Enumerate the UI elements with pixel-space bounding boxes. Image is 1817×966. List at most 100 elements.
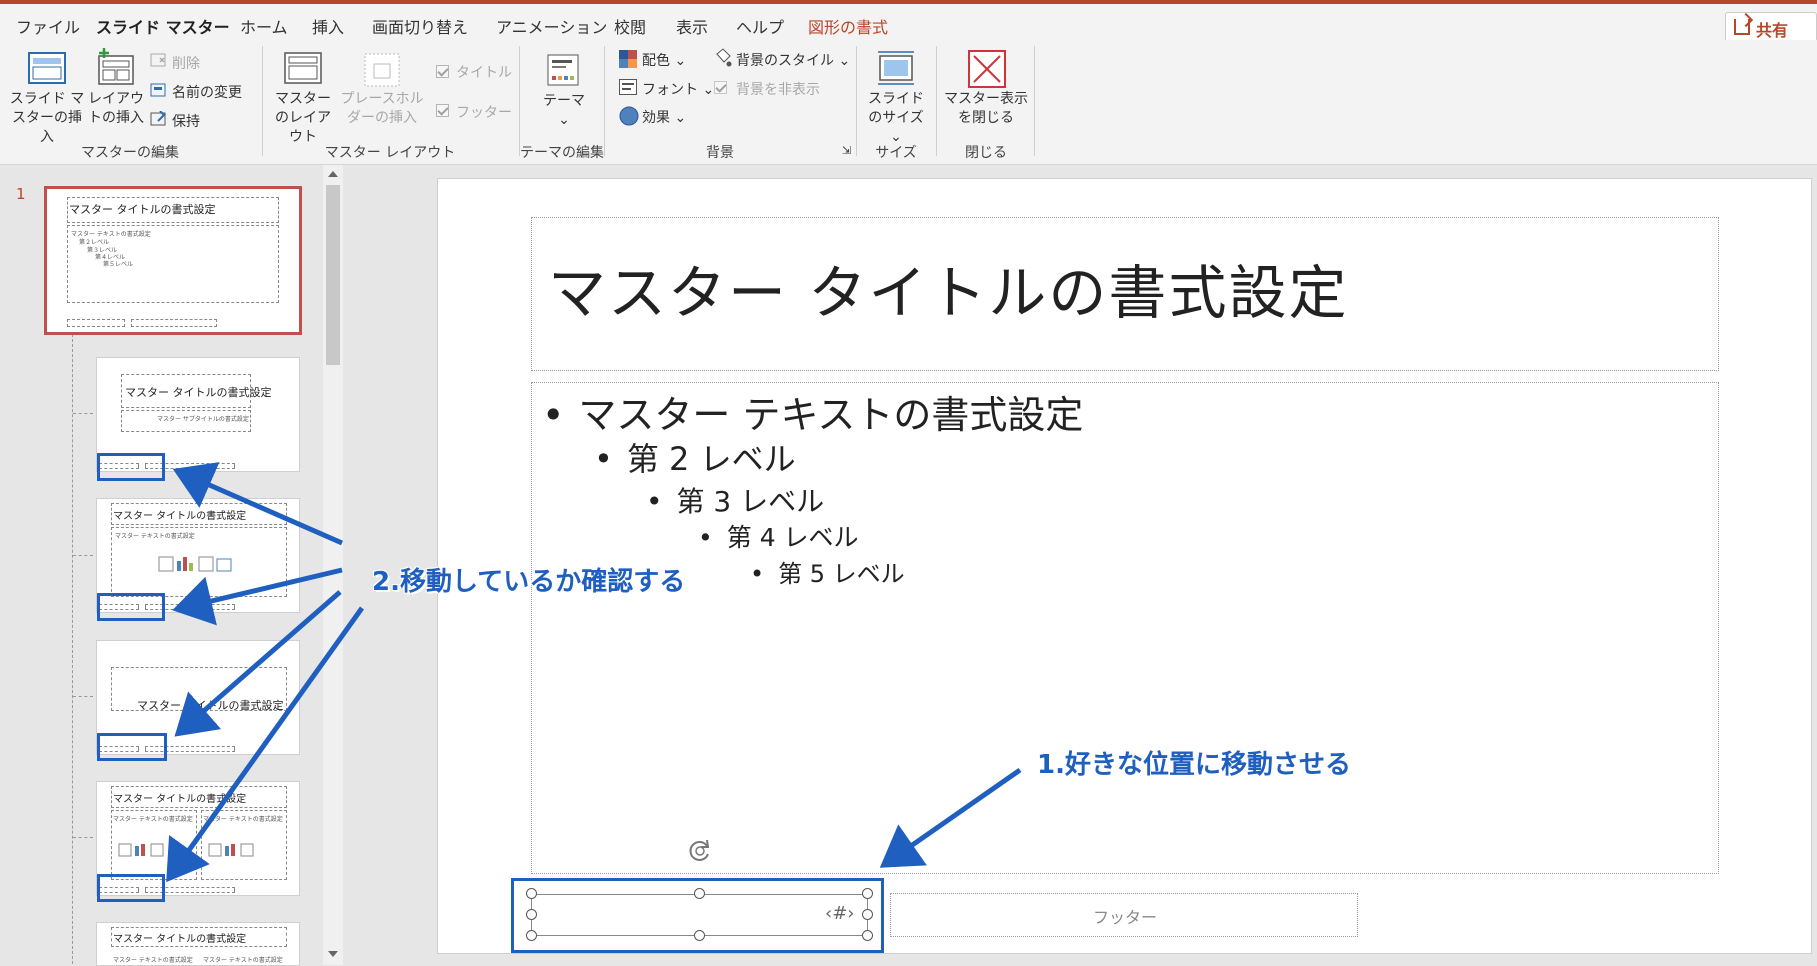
- insert-layout-button[interactable]: レイアウトの挿入: [84, 90, 148, 128]
- rename-icon: [150, 83, 166, 97]
- footer-placeholder-text: フッター: [1093, 908, 1158, 927]
- content-insert-icons: [158, 556, 232, 572]
- insert-slide-master-button[interactable]: スライド マスターの挿入: [8, 90, 86, 147]
- bullet-icon: •: [646, 485, 663, 518]
- rotate-handle-icon[interactable]: [687, 838, 713, 864]
- fonts-button[interactable]: フォント ⌄: [642, 79, 714, 99]
- tab-slide-master[interactable]: スライド マスター: [96, 14, 230, 46]
- insert-slide-master-label: スライド マスターの挿入: [9, 91, 85, 145]
- effects-icon: [619, 106, 639, 126]
- content-insert-icons: [118, 843, 254, 857]
- fonts-icon: [619, 79, 637, 95]
- insert-placeholder-label: プレースホルダーの挿入: [340, 91, 424, 126]
- bullet-icon: •: [542, 393, 565, 437]
- preserve-icon: [150, 111, 166, 126]
- group-separator: [262, 46, 263, 156]
- hide-background-checkbox[interactable]: [714, 81, 727, 94]
- insert-placeholder-button[interactable]: プレースホルダーの挿入: [334, 90, 430, 128]
- effects-button[interactable]: 効果 ⌄: [642, 107, 686, 127]
- master-layout-icon: [284, 52, 322, 84]
- theme-label: テーマ: [543, 93, 585, 109]
- thumb-subtitle-text: マスター サブタイトルの書式設定: [157, 416, 249, 423]
- group-separator: [519, 46, 520, 156]
- number-placeholder-highlight: [97, 593, 165, 621]
- master-layout-button[interactable]: マスターのレイアウト: [270, 90, 336, 147]
- insert-layout-icon: [98, 48, 134, 85]
- bullet-icon: •: [698, 523, 713, 552]
- thumb-title-text: マスター タイトルの書式設定: [113, 934, 247, 945]
- theme-icon: [547, 54, 579, 86]
- thumb-right-text: マスター テキストの書式設定: [203, 957, 283, 964]
- title-checkbox-label: タイトル: [456, 65, 512, 81]
- theme-button[interactable]: テーマ ⌄: [536, 92, 592, 130]
- group-label-close: 閉じる: [965, 145, 1007, 161]
- thumb-number-placeholder: [67, 319, 125, 327]
- close-master-view-button[interactable]: マスター表示を閉じる: [944, 90, 1028, 128]
- tab-shape-format[interactable]: 図形の書式: [808, 14, 888, 38]
- slide-master-thumbnail[interactable]: マスター タイトルの書式設定 マスター テキストの書式設定 第２レベル 第３レベ…: [44, 186, 302, 335]
- tab-home[interactable]: ホーム: [240, 14, 288, 38]
- slide-size-icon: [878, 51, 914, 85]
- thumbnail-scrollbar[interactable]: [323, 165, 343, 965]
- group-label-master-edit: マスターの編集: [81, 145, 179, 161]
- tab-transitions[interactable]: 画面切り替え: [372, 14, 468, 38]
- layout-connector: [73, 413, 93, 414]
- tab-animations[interactable]: アニメーション: [496, 14, 607, 38]
- body-level1-text: マスター テキストの書式設定: [578, 393, 1084, 437]
- title-checkbox[interactable]: [436, 65, 449, 78]
- thumb-title-text: マスター タイトルの書式設定: [125, 386, 272, 399]
- footer-checkbox[interactable]: [436, 104, 449, 117]
- close-master-view-label: マスター表示を閉じる: [944, 91, 1028, 126]
- colors-button[interactable]: 配色 ⌄: [642, 50, 686, 70]
- rename-button[interactable]: 名前の変更: [172, 82, 242, 102]
- ribbon-tabs: ファイル スライド マスター ホーム 挿入 画面切り替え アニメーション 校閲 …: [0, 4, 1817, 46]
- chevron-down-icon: ⌄: [674, 110, 687, 126]
- thumb-left-text: マスター テキストの書式設定: [113, 816, 193, 823]
- chevron-down-icon: ⌄: [674, 53, 687, 69]
- chevron-down-icon: ⌄: [702, 82, 715, 98]
- tab-file[interactable]: ファイル: [16, 14, 80, 38]
- chevron-down-icon: ⌄: [558, 112, 570, 128]
- hide-background-label: 背景を非表示: [736, 82, 820, 98]
- preserve-button[interactable]: 保持: [172, 111, 200, 131]
- insert-slide-master-icon: [28, 52, 66, 84]
- tab-help[interactable]: ヘルプ: [736, 14, 784, 38]
- group-label-theme-edit: テーマの編集: [520, 145, 604, 161]
- tab-view[interactable]: 表示: [676, 14, 708, 38]
- body-level4-text: 第 4 レベル: [726, 523, 859, 552]
- bullet-icon: •: [594, 440, 613, 478]
- fonts-label: フォント: [642, 82, 698, 98]
- number-placeholder-highlight: [97, 733, 167, 761]
- body-level4: • 第 4 レベル: [698, 518, 859, 554]
- insert-layout-label: レイアウトの挿入: [88, 91, 144, 126]
- scroll-down-icon[interactable]: [328, 951, 338, 957]
- layout-connector: [73, 837, 93, 838]
- dialog-launcher-icon[interactable]: ⇲: [842, 144, 851, 157]
- layout-thumbnail-comparison[interactable]: マスター タイトルの書式設定 マスター テキストの書式設定 マスター テキストの…: [96, 922, 300, 966]
- background-styles-button[interactable]: 背景のスタイル ⌄: [736, 50, 850, 70]
- number-placeholder-highlight: [97, 453, 165, 481]
- tab-review[interactable]: 校閲: [614, 14, 646, 38]
- delete-button[interactable]: 削除: [172, 53, 200, 73]
- master-layout-label: マスターのレイアウト: [275, 91, 331, 145]
- annotation-step1: 1.好きな位置に移動させる: [1037, 750, 1351, 780]
- slide-number-label: 1: [16, 185, 26, 203]
- thumb-body-text: マスター テキストの書式設定: [115, 533, 195, 540]
- share-button[interactable]: 共有: [1725, 12, 1817, 42]
- thumb-title-text: マスター タイトルの書式設定: [113, 794, 247, 805]
- background-styles-icon: [716, 48, 732, 67]
- body-level5-text: 第 5 レベル: [778, 560, 905, 588]
- tab-insert[interactable]: 挿入: [312, 14, 344, 38]
- scroll-thumb[interactable]: [326, 185, 340, 365]
- thumb-footer-placeholder: [131, 319, 217, 327]
- group-label-master-layout: マスター レイアウト: [324, 145, 456, 161]
- layout-connector: [72, 334, 73, 964]
- scroll-up-icon[interactable]: [328, 171, 338, 177]
- thumb-left-text: マスター テキストの書式設定: [113, 957, 193, 964]
- share-icon: [1734, 19, 1750, 35]
- insert-placeholder-icon: [364, 53, 400, 87]
- slide-size-button[interactable]: スライドのサイズ ⌄: [862, 90, 930, 147]
- layout-connector: [73, 696, 93, 697]
- colors-icon: [619, 50, 637, 68]
- effects-label: 効果: [642, 110, 670, 126]
